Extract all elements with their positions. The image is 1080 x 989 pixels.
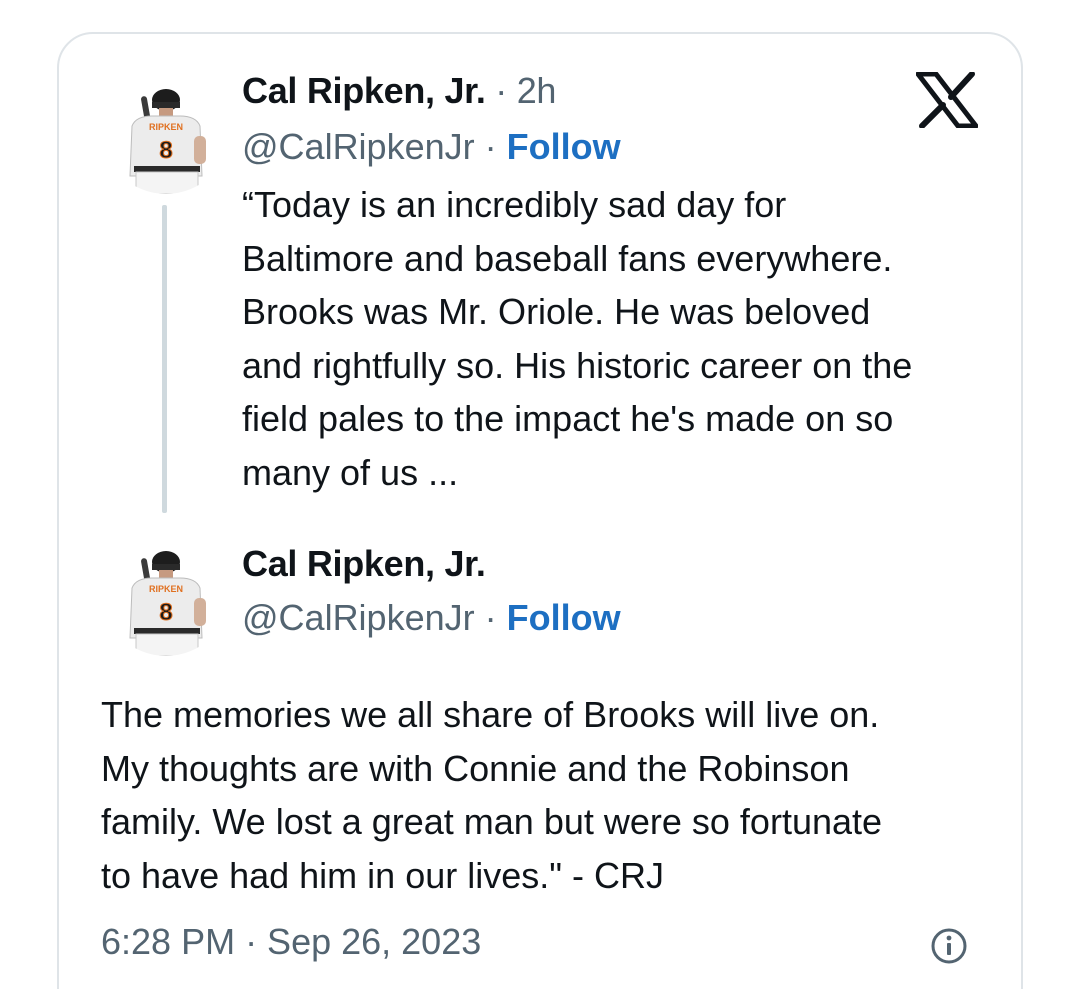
separator-dot: · xyxy=(485,70,517,111)
avatar[interactable]: RIPKEN 8 xyxy=(102,528,230,656)
thread-connector-line xyxy=(162,205,167,513)
tweet-time-ago[interactable]: 2h xyxy=(517,70,557,111)
separator-dot: · xyxy=(474,126,507,167)
main-author-name[interactable]: Cal Ripken, Jr. xyxy=(242,543,486,585)
author-name[interactable]: Cal Ripken, Jr. xyxy=(242,70,486,111)
avatar-player-image: RIPKEN 8 xyxy=(102,528,230,656)
avatar-player-image: RIPKEN 8 xyxy=(102,66,230,194)
avatar-jersey-name: RIPKEN xyxy=(149,584,183,594)
follow-button[interactable]: Follow xyxy=(507,597,621,638)
author-handle[interactable]: @CalRipkenJr xyxy=(242,597,475,638)
main-tweet-text: The memories we all share of Brooks will… xyxy=(101,694,883,896)
info-icon[interactable] xyxy=(930,927,968,965)
avatar[interactable]: RIPKEN 8 xyxy=(102,66,230,194)
quoted-author-row: Cal Ripken, Jr. · 2h xyxy=(242,70,556,112)
separator-dot: · xyxy=(474,597,507,638)
follow-button[interactable]: Follow xyxy=(507,126,621,167)
main-handle-row: @CalRipkenJr · Follow xyxy=(242,597,621,639)
avatar-jersey-name: RIPKEN xyxy=(149,122,183,132)
avatar-jersey-number: 8 xyxy=(159,137,172,164)
x-logo-icon[interactable] xyxy=(916,72,978,128)
tweet-timestamp[interactable]: 6:28 PM · Sep 26, 2023 xyxy=(101,921,481,963)
quoted-handle-row: @CalRipkenJr · Follow xyxy=(242,126,621,168)
tweet-embed-page: RIPKEN 8 Cal Ripken, Jr. · 2h @CalRipken… xyxy=(0,0,1080,989)
quoted-tweet-text: “Today is an incredibly sad day for Balt… xyxy=(242,184,913,493)
avatar-jersey-number: 8 xyxy=(159,599,172,626)
author-handle[interactable]: @CalRipkenJr xyxy=(242,126,475,167)
